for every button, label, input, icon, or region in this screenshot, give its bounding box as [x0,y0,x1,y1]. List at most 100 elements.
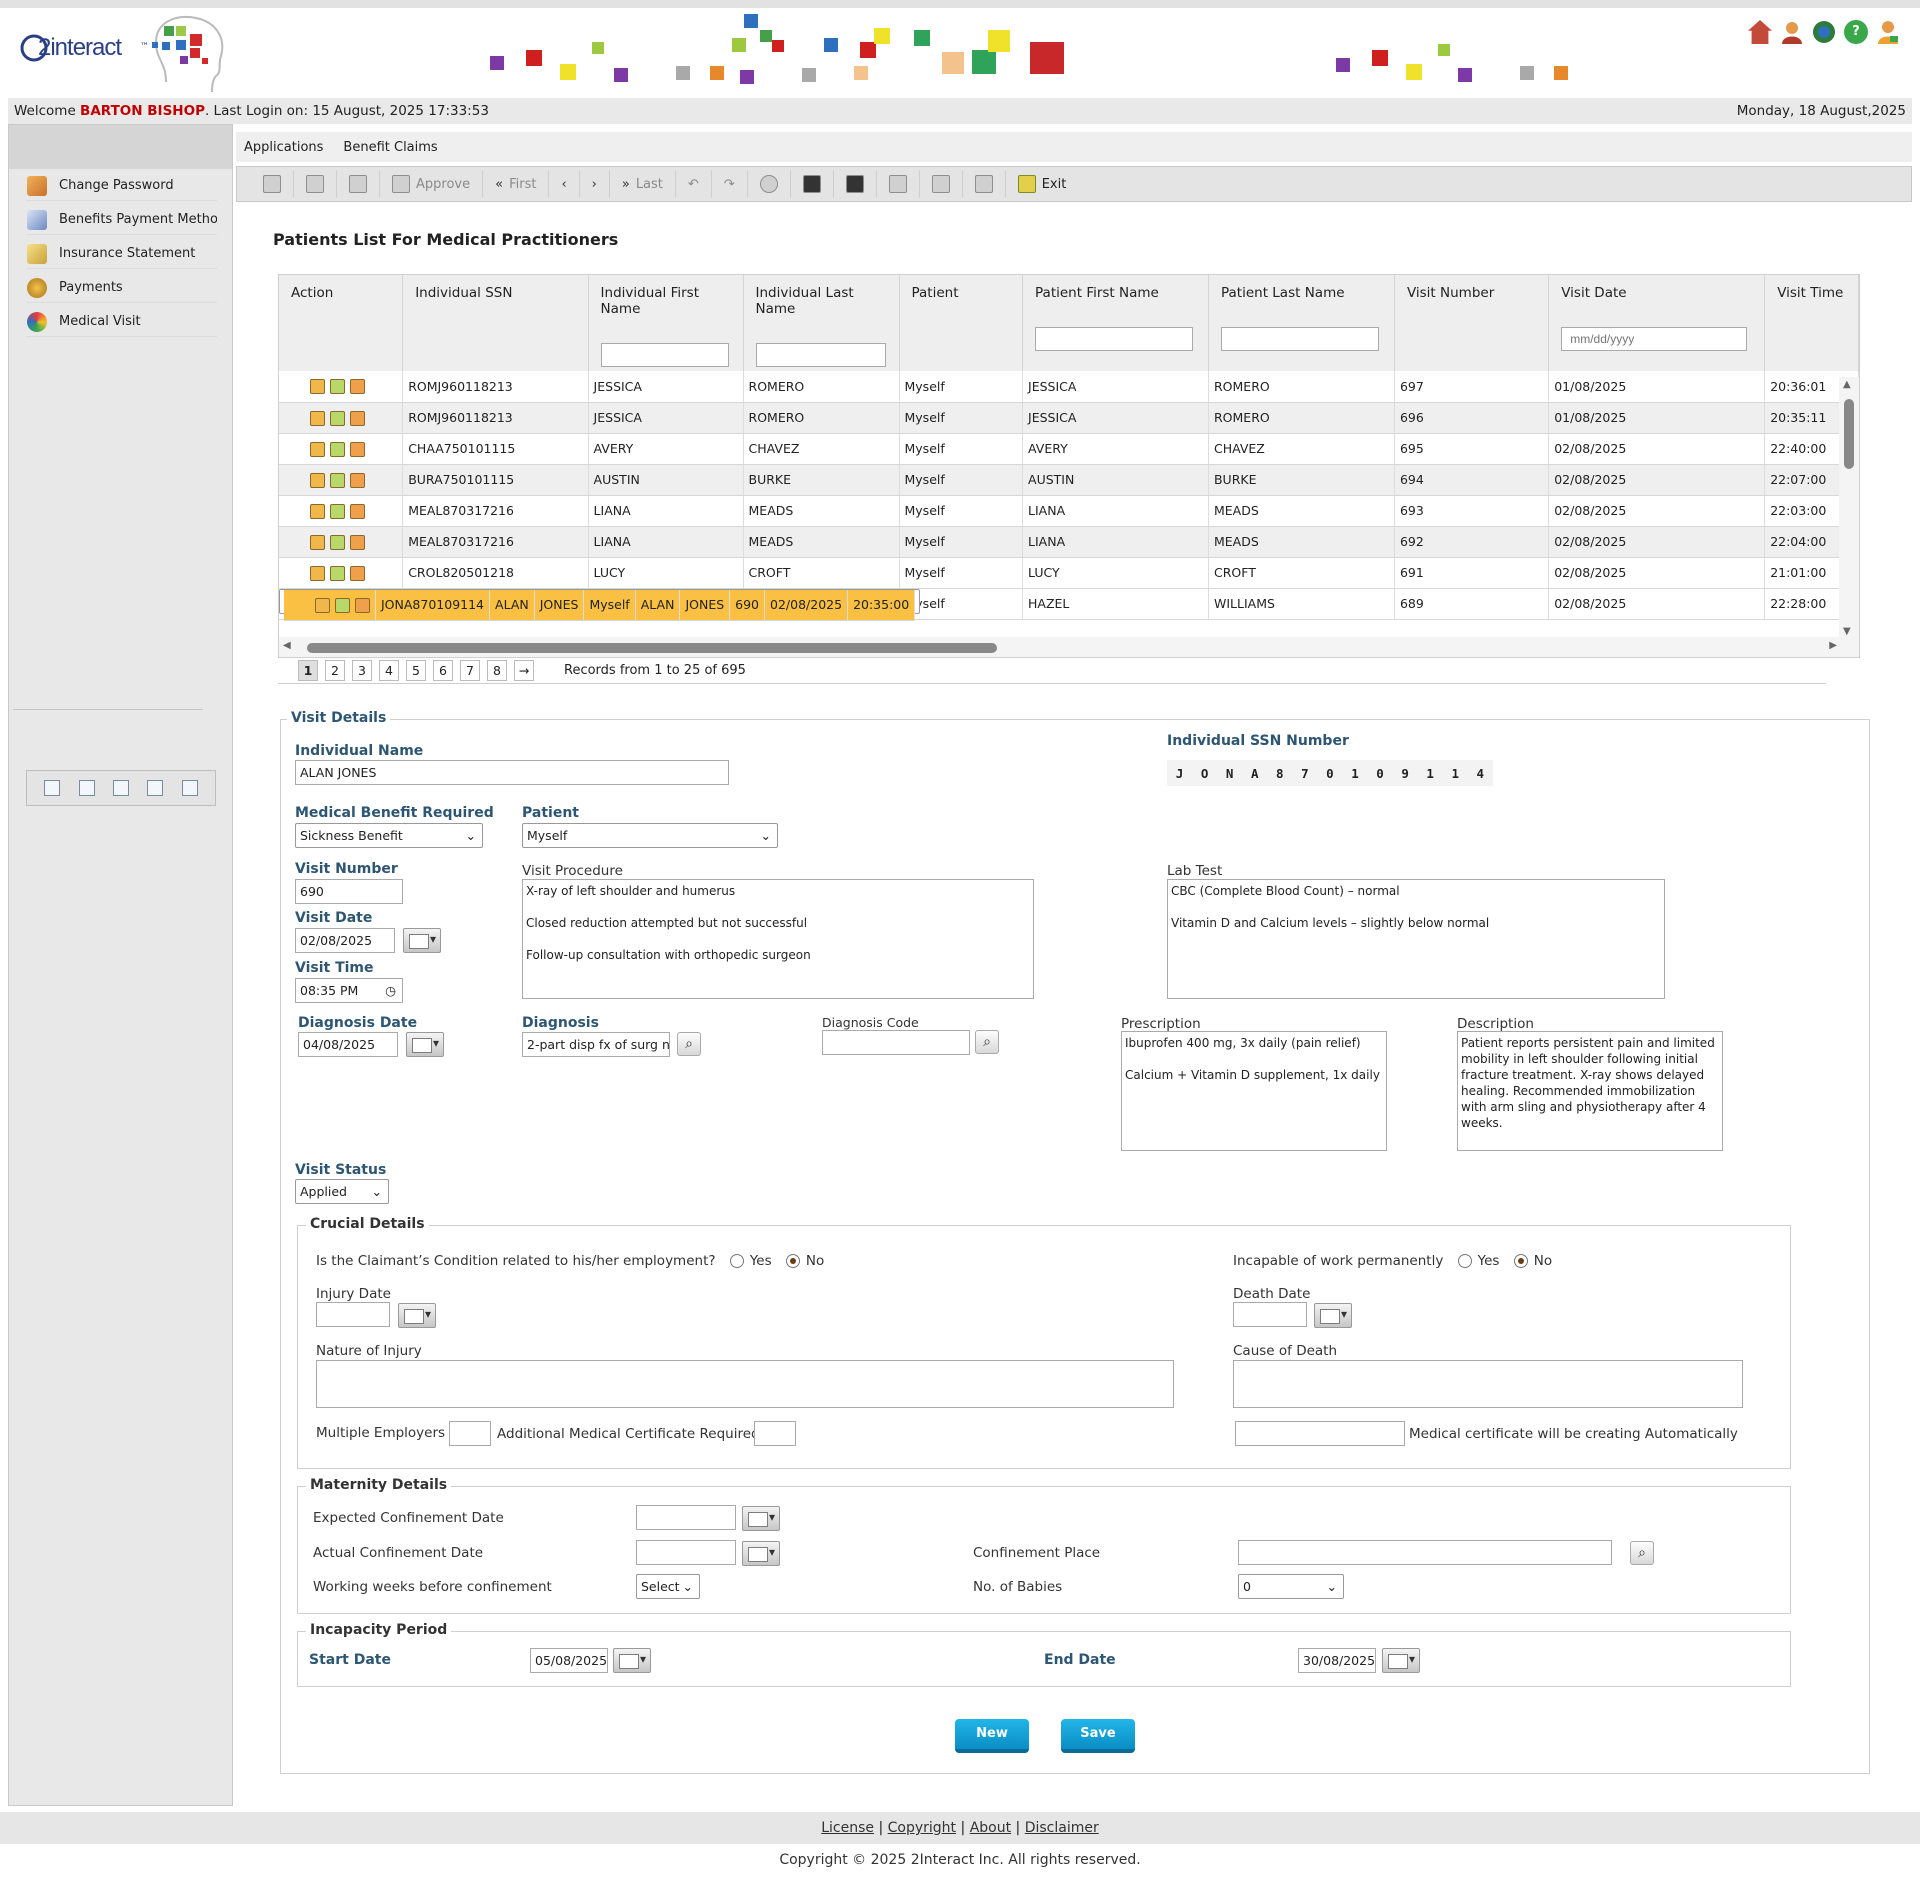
edit-record-icon[interactable] [310,379,325,395]
layout-icon[interactable] [147,780,164,796]
approve-record-icon[interactable] [330,534,345,550]
last-button[interactable]: » Last [610,170,676,198]
logout-user-icon[interactable] [1876,20,1900,44]
save-toolbar-button[interactable] [791,170,834,198]
license-link[interactable]: License [821,1820,874,1836]
employment-yes-radio[interactable] [729,1254,744,1268]
layout-icon[interactable] [112,780,129,796]
working-weeks-select[interactable]: Select ⌄ [636,1574,700,1599]
calendar-icon[interactable] [398,1303,436,1328]
table-row[interactable]: CROL820501218 LUCY CROFT Myself LUCY CROFT 691… [279,557,1859,589]
edit-record-icon[interactable] [310,565,325,581]
search-button[interactable] [748,170,791,198]
diagnosis-field[interactable]: 2-part disp fx of surg nk [522,1032,670,1057]
first-button[interactable]: « First [483,170,550,198]
delete-record-icon[interactable] [350,503,365,519]
sidebar-item-insurance-statement[interactable]: Insurance Statement [27,239,217,269]
column-header[interactable]: Patient [899,275,1024,371]
delete-record-icon[interactable] [350,565,365,581]
additional-certificate-field[interactable] [754,1421,796,1446]
column-header[interactable]: Visit Time [1764,275,1859,371]
save-as-button[interactable] [834,170,877,198]
incapable-no-radio[interactable] [1513,1254,1528,1268]
page-button[interactable]: 6 [433,660,453,681]
layout-icon[interactable] [44,780,61,796]
filter-patient-first-name-input[interactable] [1035,327,1194,351]
actual-confinement-field[interactable] [636,1540,736,1565]
scroll-left-arrow[interactable]: ◀ [283,640,291,651]
delete-record-icon[interactable] [350,472,365,488]
column-header[interactable]: Individual SSN [402,275,589,371]
next-page-button[interactable]: → [514,660,534,681]
diagnosis-search-icon[interactable]: ⌕ [677,1032,701,1056]
number-of-babies-select[interactable]: 0 ⌄ [1238,1574,1344,1599]
filter-last-name-input[interactable] [755,343,886,367]
scroll-right-arrow[interactable]: ▶ [1829,640,1837,651]
scroll-thumb[interactable] [1844,399,1854,469]
page-button[interactable]: 2 [325,660,345,681]
approve-record-icon[interactable] [335,598,350,614]
save-button[interactable]: Save [1061,1719,1135,1753]
layout-icon[interactable] [78,780,95,796]
filter-visit-date-input[interactable] [1561,327,1748,351]
sidebar-item-payments[interactable]: Payments [27,273,217,303]
calendar-icon[interactable] [1382,1648,1420,1673]
menu-item-applications[interactable]: Applications [244,140,323,155]
injury-date-field[interactable] [316,1302,390,1327]
undo-button[interactable]: ↶ [676,170,712,198]
about-link[interactable]: About [970,1820,1011,1836]
visit-date-field[interactable]: 02/08/2025 [295,928,395,953]
start-date-field[interactable]: 05/08/2025 [530,1648,608,1673]
layout-icon[interactable] [181,780,198,796]
calendar-icon[interactable] [406,1032,444,1057]
approve-record-icon[interactable] [330,565,345,581]
visit-time-field[interactable]: 08:35 PM ◷ [295,978,403,1003]
toolbar-export-button[interactable] [337,170,380,198]
visit-number-field[interactable]: 690 [295,879,403,904]
filter-first-name-input[interactable] [600,343,729,367]
app-logo[interactable]: 2interact ™ [16,12,236,93]
diagnosis-code-search-icon[interactable]: ⌕ [975,1030,999,1054]
edit-record-icon[interactable] [310,410,325,426]
print-button[interactable] [963,170,1006,198]
approve-record-icon[interactable] [330,379,345,395]
page-button[interactable]: 7 [460,660,480,681]
scroll-thumb[interactable] [307,643,997,653]
edit-record-icon[interactable] [310,534,325,550]
page-button[interactable]: 1 [298,660,318,681]
toolbar-open-button[interactable] [251,170,294,198]
calendar-icon[interactable] [742,1541,780,1566]
table-row[interactable]: CHAA750101115 AVERY CHAVEZ Myself AVERY CHAVE… [279,433,1859,465]
attach-button[interactable] [877,170,920,198]
delete-record-icon[interactable] [350,441,365,457]
sidebar-item-medical-visit[interactable]: Medical Visit [27,307,217,337]
scroll-up-arrow[interactable]: ▲ [1843,379,1851,390]
previous-button[interactable]: ‹ [549,170,580,198]
grid-horizontal-scrollbar[interactable]: ◀ ▶ [279,637,1859,657]
column-header[interactable]: Visit Number [1394,275,1550,371]
next-button[interactable]: › [580,170,610,198]
column-header[interactable]: Patient First Name [1022,275,1209,371]
diagnosis-date-field[interactable]: 04/08/2025 [298,1032,398,1057]
help-icon[interactable]: ? [1844,20,1868,44]
approve-button[interactable]: Approve [380,170,484,198]
description-textarea[interactable]: Patient reports persistent pain and limi… [1457,1031,1723,1151]
edit-record-icon[interactable] [310,441,325,457]
approve-record-icon[interactable] [330,472,345,488]
incapable-yes-radio[interactable] [1457,1254,1472,1268]
approve-record-icon[interactable] [330,410,345,426]
sidebar-item-benefits-payment-method[interactable]: Benefits Payment Method [27,205,217,235]
home-icon[interactable] [1748,20,1772,44]
edit-record-icon[interactable] [310,503,325,519]
column-header[interactable]: Individual First Name [588,275,744,371]
table-row[interactable]: ROMJ960118213 JESSICA ROMERO Myself JESSICA R… [279,402,1859,434]
edit-record-icon[interactable] [310,472,325,488]
confinement-place-field[interactable] [1238,1540,1612,1565]
calendar-icon[interactable] [742,1506,780,1531]
user-profile-icon[interactable] [1780,20,1804,44]
page-button[interactable]: 8 [487,660,507,681]
column-header[interactable]: Visit Date [1548,275,1766,371]
column-header[interactable]: Patient Last Name [1208,275,1395,371]
table-row[interactable]: MEAL870317216 LIANA MEADS Myself LIANA MEADS 6… [279,526,1859,558]
individual-name-field[interactable]: ALAN JONES [295,760,729,785]
